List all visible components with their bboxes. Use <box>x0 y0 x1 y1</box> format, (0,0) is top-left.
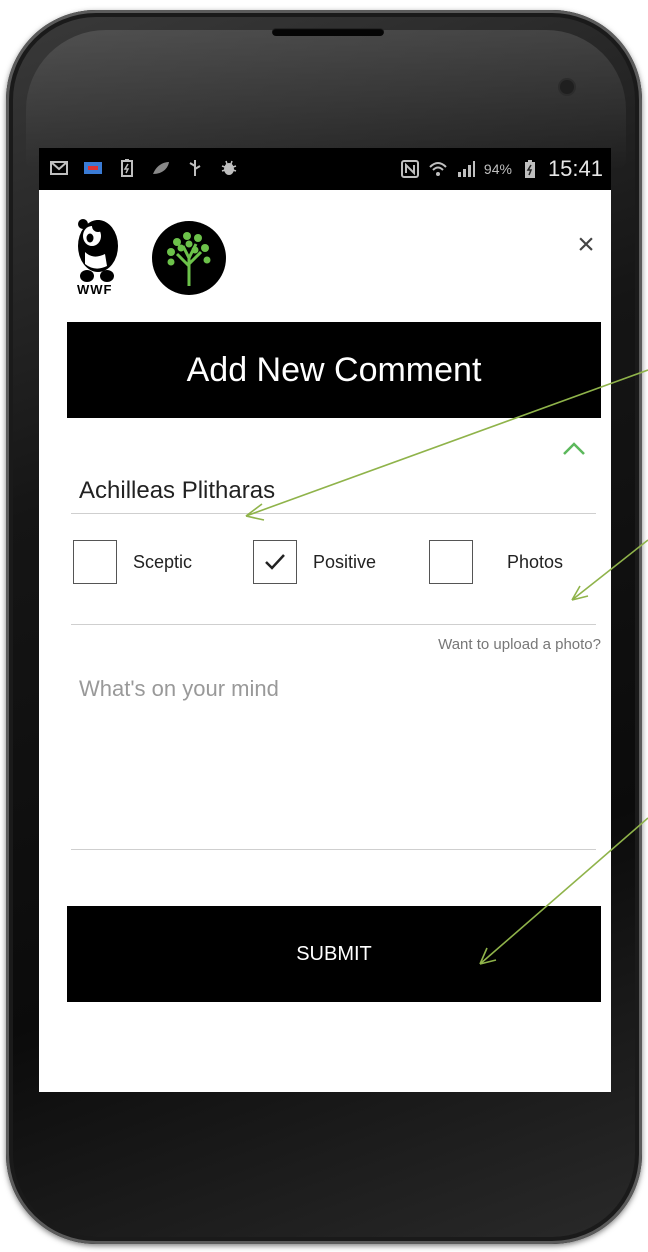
submit-button[interactable]: SUBMIT <box>67 906 601 1002</box>
checkbox-positive[interactable]: Positive <box>253 540 376 584</box>
checkmark-icon <box>265 554 285 570</box>
notification-icons <box>49 158 239 178</box>
wwf-logo-text: WWF <box>77 282 113 297</box>
checkbox-box[interactable] <box>429 540 473 584</box>
checkbox-box[interactable] <box>73 540 117 584</box>
nfc-icon <box>400 160 419 178</box>
system-indicators: 94% 15:41 <box>400 156 603 182</box>
wwf-panda-logo <box>78 219 118 282</box>
leaf-icon <box>153 162 169 174</box>
front-camera <box>560 80 574 94</box>
battery-icon <box>524 160 535 178</box>
upload-photo-hint[interactable]: Want to upload a photo? <box>438 636 601 653</box>
name-field[interactable]: Achilleas Plitharas <box>71 468 596 514</box>
debug-bug-icon <box>221 160 237 175</box>
checkbox-sceptic[interactable]: Sceptic <box>73 540 192 584</box>
chevron-up-icon[interactable] <box>559 438 589 458</box>
usb-icon <box>189 160 201 176</box>
comment-textarea[interactable] <box>71 670 596 850</box>
status-bar: 94% 15:41 <box>39 148 611 190</box>
checkbox-label: Positive <box>313 551 377 572</box>
wifi-icon <box>429 162 447 176</box>
checkbox-photos[interactable]: Photos <box>429 540 563 584</box>
checkbox-label: Sceptic <box>133 551 193 572</box>
cast-icon <box>84 162 102 174</box>
checkbox-label: Photos <box>507 551 564 572</box>
phone-mockup: 94% 15:41 WWF × Add New Comment Achillea… <box>0 0 648 1252</box>
form-title: Add New Comment <box>67 322 601 418</box>
app-screen: 94% 15:41 WWF × Add New Comment Achillea… <box>39 148 611 1092</box>
status-clock: 15:41 <box>547 156 603 181</box>
photo-field-divider <box>71 624 596 625</box>
tree-logo <box>152 221 226 295</box>
battery-percent: 94% <box>483 161 512 177</box>
signal-icon <box>457 161 475 177</box>
close-button[interactable]: × <box>571 230 601 260</box>
checkbox-box[interactable] <box>253 540 297 584</box>
close-icon: × <box>577 228 595 261</box>
gmail-icon <box>50 161 68 175</box>
battery-saver-icon <box>121 159 133 177</box>
app-header: WWF × <box>39 190 611 297</box>
name-value: Achilleas Plitharas <box>79 476 276 504</box>
comment-type-checkboxes: Sceptic Positive Photos <box>73 540 603 590</box>
earpiece-speaker <box>272 28 384 36</box>
